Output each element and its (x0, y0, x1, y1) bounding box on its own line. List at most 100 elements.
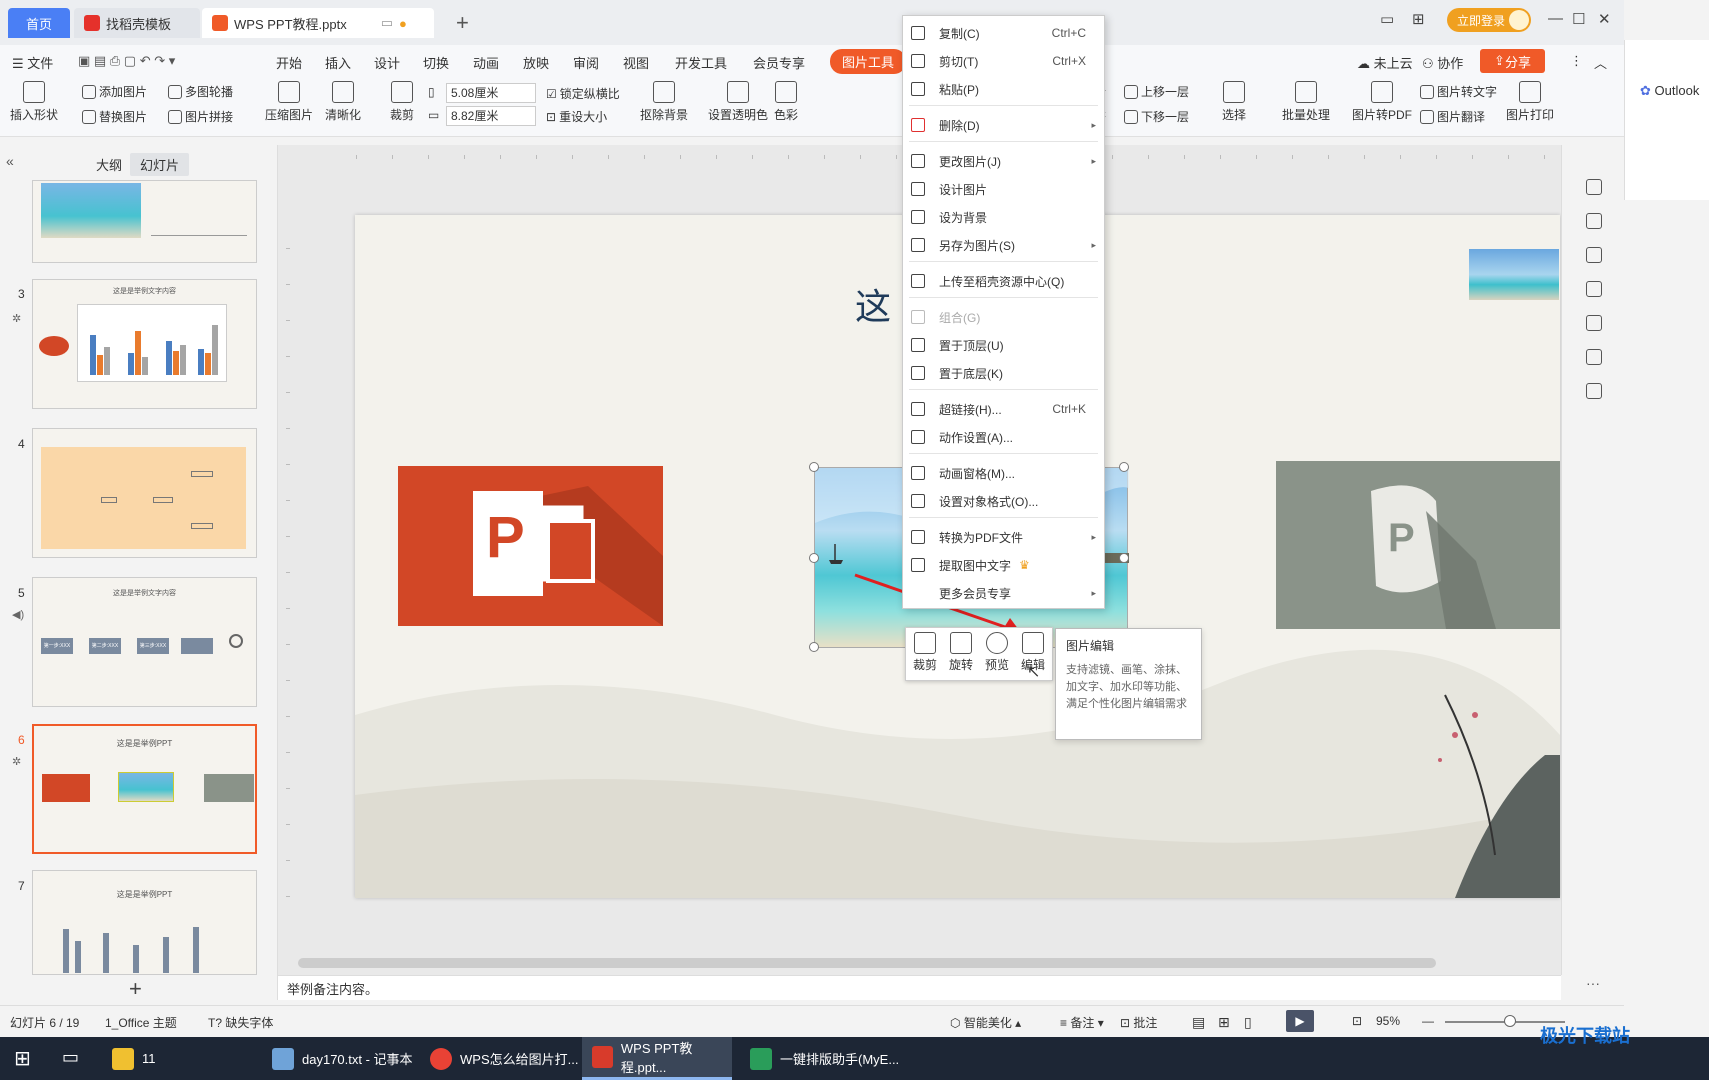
ctx-save-as-image[interactable]: 另存为图片(S) ▸ (903, 231, 1104, 259)
task-view-icon[interactable]: ▭ (62, 1047, 79, 1068)
image-search-icon[interactable] (1586, 315, 1602, 331)
taskbar-notepad[interactable]: day170.txt - 记事本 (262, 1037, 417, 1080)
menu-picture-tools[interactable]: 图片工具 (830, 49, 907, 74)
resize-handle[interactable] (809, 642, 819, 652)
taskbar-wps[interactable]: WPS PPT教程.ppt... (582, 1037, 732, 1080)
ctx-hyperlink[interactable]: 超链接(H)... Ctrl+K (903, 395, 1104, 423)
comment-button[interactable]: ⊡ 批注 (1120, 1014, 1157, 1031)
slide-thumb-7[interactable]: 这是是举例PPT (32, 870, 257, 975)
zoom-level[interactable]: 95% (1376, 1014, 1400, 1028)
grayscale-ppt-image[interactable]: P (1276, 461, 1560, 629)
notes-toggle[interactable]: ≡ 备注 ▾ (1060, 1014, 1104, 1031)
collapse-panel-icon[interactable]: « (6, 153, 14, 169)
insert-shape-button[interactable]: 插入形状 (10, 81, 58, 123)
location-icon[interactable] (1586, 349, 1602, 365)
replace-image-button[interactable]: 替换图片 (82, 108, 147, 125)
slide-thumb-4[interactable] (32, 428, 257, 558)
fit-window-icon[interactable]: ⊡ (1352, 1014, 1362, 1028)
horizontal-scrollbar[interactable] (298, 958, 1436, 968)
zoom-out-icon[interactable]: — (1422, 1014, 1434, 1028)
bring-forward-button[interactable]: 上移一层 (1124, 83, 1189, 100)
remove-bg-button[interactable]: 抠除背景 (640, 81, 688, 123)
windows-start-icon[interactable]: ⊞ (14, 1046, 31, 1071)
more-icon[interactable]: ⋮ (1570, 53, 1583, 69)
ctx-paste[interactable]: 粘贴(P) (903, 75, 1104, 103)
ctx-format-object[interactable]: 设置对象格式(O)... (903, 487, 1104, 515)
collab-button[interactable]: ⚇ 协作 (1422, 53, 1463, 72)
ctx-design-image[interactable]: 设计图片 (903, 175, 1104, 203)
slide-thumb-5[interactable]: 这是是举例文字内容 第一步:XXX 第二步:XXX 第三步:XXX (32, 577, 257, 707)
ctx-more-member[interactable]: 更多会员专享 ▸ (903, 579, 1104, 607)
crop-button[interactable]: 裁剪 (390, 81, 414, 123)
mini-preview-button[interactable]: 预览 (980, 632, 1014, 673)
taskbar-chrome[interactable]: WPS怎么给图片打... (420, 1037, 580, 1080)
color-button[interactable]: 色彩 (774, 81, 798, 123)
slide-thumb-6[interactable]: 这是是举例PPT (32, 724, 257, 854)
menu-start[interactable]: 开始 (276, 53, 302, 72)
print-button[interactable]: 图片打印 (1506, 81, 1554, 123)
close-icon[interactable]: ✕ (1598, 10, 1611, 28)
menu-transition[interactable]: 切换 (423, 53, 449, 72)
minimize-icon[interactable]: — (1548, 10, 1563, 27)
grid-icon[interactable]: ⊞ (1412, 10, 1425, 28)
tab-outline[interactable]: 大纲 (86, 153, 132, 176)
ctx-delete[interactable]: 删除(D) ▸ (903, 111, 1104, 139)
compress-button[interactable]: 压缩图片 (265, 81, 313, 123)
tab-slides[interactable]: 幻灯片 (130, 153, 190, 176)
theme-name[interactable]: 1_Office 主题 (105, 1014, 177, 1031)
add-slide-button[interactable]: + (129, 976, 142, 1002)
beautify-button[interactable]: ⬡ 智能美化 ▴ (950, 1014, 1021, 1031)
translate-button[interactable]: 图片翻译 (1420, 108, 1485, 125)
select-button[interactable]: 选择 (1222, 81, 1246, 123)
height-input[interactable]: 8.82厘米 (446, 106, 536, 126)
ctx-copy[interactable]: 复制(C) Ctrl+C (903, 19, 1104, 47)
to-pdf-button[interactable]: 图片转PDF (1352, 81, 1412, 123)
menu-slideshow[interactable]: 放映 (523, 53, 549, 72)
menu-view[interactable]: 视图 (623, 53, 649, 72)
mini-crop-button[interactable]: 裁剪 (908, 632, 942, 673)
tab-home[interactable]: 首页 (8, 8, 70, 38)
zoom-slider-thumb[interactable] (1504, 1015, 1516, 1027)
resize-handle[interactable] (1119, 462, 1129, 472)
taskbar-helper[interactable]: 一键排版助手(MyE... (740, 1037, 900, 1080)
ctx-cut[interactable]: 剪切(T) Ctrl+X (903, 47, 1104, 75)
menu-file[interactable]: ☰ 文件 (12, 53, 53, 72)
multi-outline-button[interactable]: 多图轮播 (168, 83, 233, 100)
slide-thumb-2[interactable] (32, 180, 257, 263)
normal-view-icon[interactable]: ▤ (1192, 1014, 1205, 1031)
ctx-action-settings[interactable]: 动作设置(A)... (903, 423, 1104, 451)
ctx-extract-text[interactable]: 提取图中文字 ♛ (903, 551, 1104, 579)
resize-handle[interactable] (809, 553, 819, 563)
ctx-animation-pane[interactable]: 动画窗格(M)... (903, 459, 1104, 487)
menu-review[interactable]: 审阅 (573, 53, 599, 72)
ctx-set-background[interactable]: 设为背景 (903, 203, 1104, 231)
collapse-ribbon-icon[interactable]: ︿ (1594, 53, 1607, 72)
comment-icon[interactable] (1586, 281, 1602, 297)
add-image-button[interactable]: 添加图片 (82, 83, 147, 100)
resize-handle[interactable] (809, 462, 819, 472)
book-icon[interactable] (1586, 383, 1602, 399)
outlook-link[interactable]: ✿ Outlook (1640, 83, 1699, 99)
layout-icon[interactable]: ▭ (1380, 10, 1394, 28)
share-button[interactable]: ⇪ 分享 (1480, 49, 1545, 73)
transparent-button[interactable]: 设置透明色 (708, 81, 768, 123)
reading-view-icon[interactable]: ▯ (1244, 1014, 1252, 1031)
lock-ratio-checkbox[interactable]: ☑ 锁定纵横比 (546, 85, 620, 102)
notes-pane[interactable] (278, 975, 1561, 1000)
ctx-change-image[interactable]: 更改图片(J) ▸ (903, 147, 1104, 175)
star-icon[interactable] (1586, 247, 1602, 263)
quick-access-icons[interactable]: ▣ ▤ ⎙ ▢ ↶ ↷ ▾ (78, 53, 175, 69)
menu-developer[interactable]: 开发工具 (675, 53, 727, 72)
to-text-button[interactable]: 图片转文字 (1420, 83, 1497, 100)
play-icon[interactable]: ▶ (1286, 1010, 1314, 1032)
cloud-status[interactable]: ☁ 未上云 (1357, 53, 1413, 72)
batch-button[interactable]: 批量处理 (1282, 81, 1330, 123)
sliders-icon[interactable] (1586, 213, 1602, 229)
menu-design[interactable]: 设计 (374, 53, 400, 72)
new-tab-button[interactable]: + (456, 10, 469, 36)
ppt-logo-image[interactable]: P (398, 466, 663, 626)
sharpen-button[interactable]: 清晰化 (325, 81, 361, 123)
resize-handle[interactable] (1119, 553, 1129, 563)
ctx-bring-to-front[interactable]: 置于顶层(U) (903, 331, 1104, 359)
slide-title-left[interactable]: 这 (855, 278, 891, 330)
